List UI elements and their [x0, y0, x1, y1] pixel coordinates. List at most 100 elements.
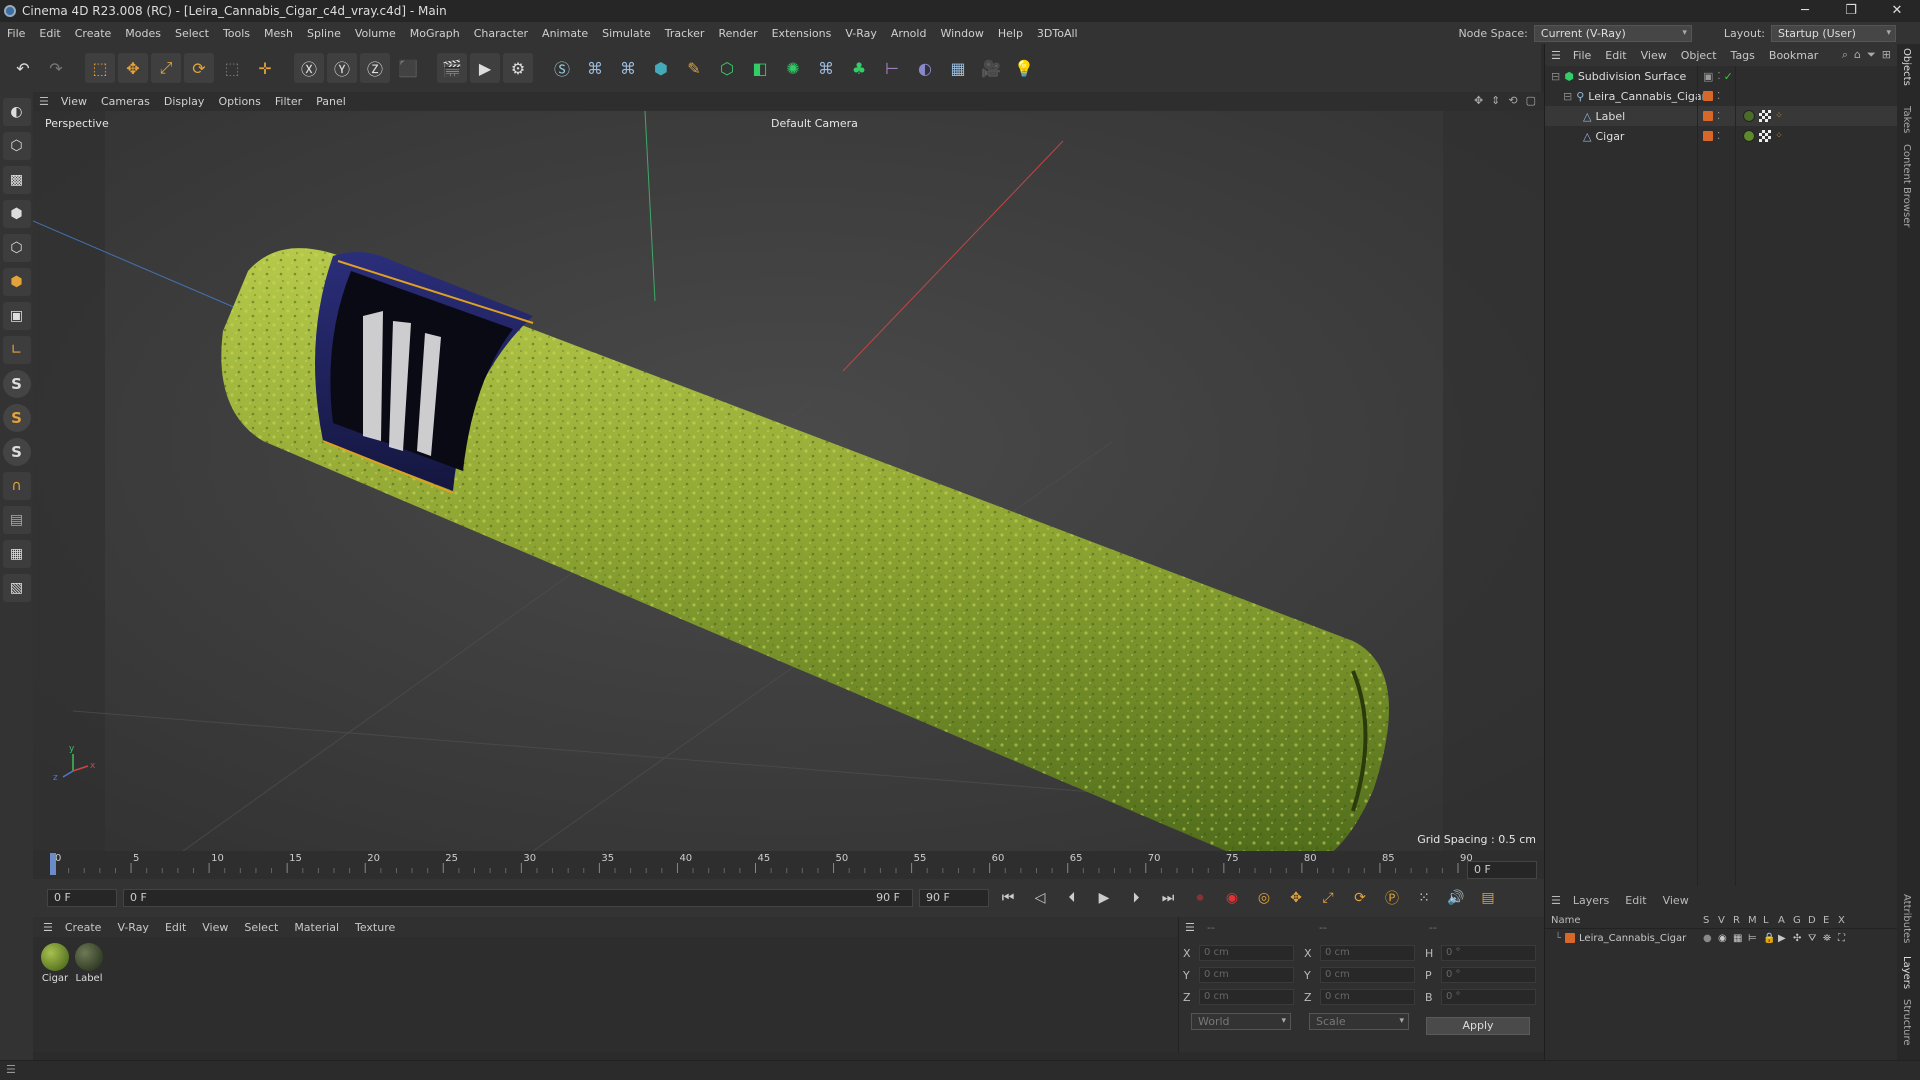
magnet-icon[interactable]: ∩	[2, 472, 31, 500]
tab-takes[interactable]: Takes	[1901, 106, 1912, 133]
selection-tag-icon[interactable]: ⁘	[1775, 131, 1783, 141]
tab-layers[interactable]: Layers	[1901, 956, 1912, 989]
frame-range-slider[interactable]: 0 F 90 F	[123, 889, 913, 907]
new-window-icon[interactable]: ⊞	[1882, 48, 1891, 62]
rotation-h-field[interactable]: 0 °	[1441, 945, 1536, 961]
go-to-end-icon[interactable]: ⏭	[1155, 885, 1181, 911]
menu-select[interactable]: Select	[168, 27, 216, 40]
grid-icon[interactable]: ▦	[2, 540, 31, 568]
xref-icon[interactable]: ⛶	[1838, 933, 1853, 944]
end-frame-field[interactable]: 90 F	[919, 889, 989, 907]
objects-menu-edit[interactable]: Edit	[1605, 49, 1626, 62]
make-editable-icon[interactable]: ◐	[2, 98, 31, 126]
menu-mograph[interactable]: MoGraph	[403, 27, 467, 40]
pan-icon[interactable]: ✥	[1474, 94, 1483, 107]
object-row-label[interactable]: △ Label ⁚ ⁘	[1545, 106, 1898, 126]
deformer-icon[interactable]: ⊢	[877, 53, 907, 83]
object-row-cigar[interactable]: △ Cigar ⁚ ⁘	[1545, 126, 1898, 146]
polygons-mode-icon[interactable]: ⬢	[2, 268, 31, 296]
render-icon[interactable]: ▦	[1733, 933, 1748, 944]
objects-menu-file[interactable]: File	[1573, 49, 1591, 62]
menu-simulate[interactable]: Simulate	[595, 27, 658, 40]
uvw-tag-icon[interactable]	[1759, 110, 1772, 122]
layers-hamburger-icon[interactable]: ☰	[1551, 894, 1561, 907]
menu-tracker[interactable]: Tracker	[658, 27, 712, 40]
texture-mode-icon[interactable]: ▩	[2, 166, 31, 194]
orbit-icon[interactable]: ⟲	[1508, 94, 1517, 107]
camera-icon[interactable]: 🎥	[976, 53, 1006, 83]
recent-tool-icon[interactable]: ⬚	[217, 53, 247, 83]
start-frame-field[interactable]: 0 F	[47, 889, 117, 907]
material-label[interactable]: Label	[73, 943, 105, 984]
python-generator-icon[interactable]: ⌘	[811, 53, 841, 83]
position-y-field[interactable]: 0 cm	[1199, 967, 1294, 983]
tab-objects[interactable]: Objects	[1901, 48, 1912, 86]
key-pla-icon[interactable]: ⁙	[1411, 885, 1437, 911]
menu-vray[interactable]: V-Ray	[838, 27, 884, 40]
position-z-field[interactable]: 0 cm	[1199, 989, 1294, 1005]
size-z-field[interactable]: 0 cm	[1320, 989, 1415, 1005]
redo-icon[interactable]: ↷	[41, 53, 71, 83]
menu-modes[interactable]: Modes	[118, 27, 168, 40]
layers-menu-layers[interactable]: Layers	[1573, 894, 1609, 907]
cube-primitive-icon[interactable]: ⬢	[646, 53, 676, 83]
enabled-check-icon[interactable]: ✓	[1724, 70, 1733, 83]
dolly-icon[interactable]: ⇕	[1491, 94, 1500, 107]
record-icon[interactable]: ⏺	[1187, 885, 1213, 911]
key-parameter-icon[interactable]: Ⓟ	[1379, 885, 1405, 911]
material-tag-icon[interactable]	[1743, 110, 1756, 122]
points-mode-icon[interactable]: ⬢	[2, 200, 31, 228]
edges-mode-icon[interactable]: ⬡	[2, 234, 31, 262]
timeline-ruler[interactable]: 0 5 10 15 20 25 30 35 40 45 50 55 60 65 70 75 80 85 90 0 F	[33, 851, 1544, 879]
vray-icon[interactable]: Ⓢ	[547, 53, 577, 83]
snap-settings-icon[interactable]: S	[2, 404, 31, 432]
material-hamburger-icon[interactable]: ☰	[43, 921, 53, 934]
tab-structure[interactable]: Structure	[1901, 999, 1912, 1046]
menu-file[interactable]: File	[0, 27, 32, 40]
3d-viewport[interactable]: y x z Perspective Default Camera Grid Sp…	[33, 111, 1544, 851]
scale-mode-dropdown[interactable]: Scale	[1309, 1013, 1409, 1030]
transform-tool-icon[interactable]: ✛	[250, 53, 280, 83]
coordinate-system-icon[interactable]: ⬛	[393, 53, 423, 83]
previous-key-icon[interactable]: ◁	[1027, 885, 1053, 911]
manager-icon[interactable]: ⊨	[1748, 933, 1763, 944]
size-y-field[interactable]: 0 cm	[1320, 967, 1415, 983]
size-x-field[interactable]: 0 cm	[1320, 945, 1415, 961]
menu-create[interactable]: Create	[68, 27, 119, 40]
menu-volume[interactable]: Volume	[348, 27, 403, 40]
menu-extensions[interactable]: Extensions	[765, 27, 839, 40]
menu-window[interactable]: Window	[933, 27, 990, 40]
collapse-icon[interactable]: ⊟	[1551, 70, 1560, 83]
visibility-dots[interactable]: ⁚	[1717, 91, 1720, 102]
material-menu-edit[interactable]: Edit	[165, 921, 186, 934]
workplane-grid-icon[interactable]: ▧	[2, 574, 31, 602]
render-view-icon[interactable]: 🎬	[437, 53, 467, 83]
field-icon[interactable]: ◐	[910, 53, 940, 83]
animation-icon[interactable]: ▶	[1778, 933, 1793, 944]
uvw-tag-icon[interactable]	[1759, 130, 1772, 142]
apply-button[interactable]: Apply	[1426, 1017, 1530, 1035]
quantize-icon[interactable]: S	[2, 438, 31, 466]
x-axis-lock-icon[interactable]: Ⓧ	[294, 53, 324, 83]
rotate-tool-icon[interactable]: ⟳	[184, 53, 214, 83]
visibility-dots[interactable]: ⁚	[1717, 71, 1720, 82]
viewport-menu-display[interactable]: Display	[164, 95, 205, 108]
objects-menu-bookmarks[interactable]: Bookmar	[1769, 49, 1818, 62]
node-space-dropdown[interactable]: Current (V-Ray)	[1533, 24, 1692, 42]
close-button[interactable]: ✕	[1874, 0, 1920, 22]
autokey-icon[interactable]: ◉	[1219, 885, 1245, 911]
key-scale-icon[interactable]: ⤢	[1315, 885, 1341, 911]
minimize-button[interactable]: ─	[1782, 0, 1828, 22]
timeline-icon[interactable]: ▤	[1475, 885, 1501, 911]
extrude-icon[interactable]: ◧	[745, 53, 775, 83]
scale-tool-icon[interactable]: ⤢	[151, 53, 181, 83]
menu-render[interactable]: Render	[711, 27, 764, 40]
layer-color-swatch[interactable]	[1703, 131, 1713, 141]
layer-color-swatch[interactable]	[1703, 91, 1713, 101]
subdivision-icon[interactable]: ⬡	[712, 53, 742, 83]
menu-character[interactable]: Character	[467, 27, 535, 40]
floor-grid-icon[interactable]: ▤	[2, 506, 31, 534]
status-hamburger-icon[interactable]: ☰	[6, 1063, 16, 1076]
object-mode-icon[interactable]: ▣	[2, 302, 31, 330]
object-row-leira-cannabis-cigar[interactable]: ⊟ ⚲ Leira_Cannabis_Cigar ⁚	[1545, 86, 1898, 106]
